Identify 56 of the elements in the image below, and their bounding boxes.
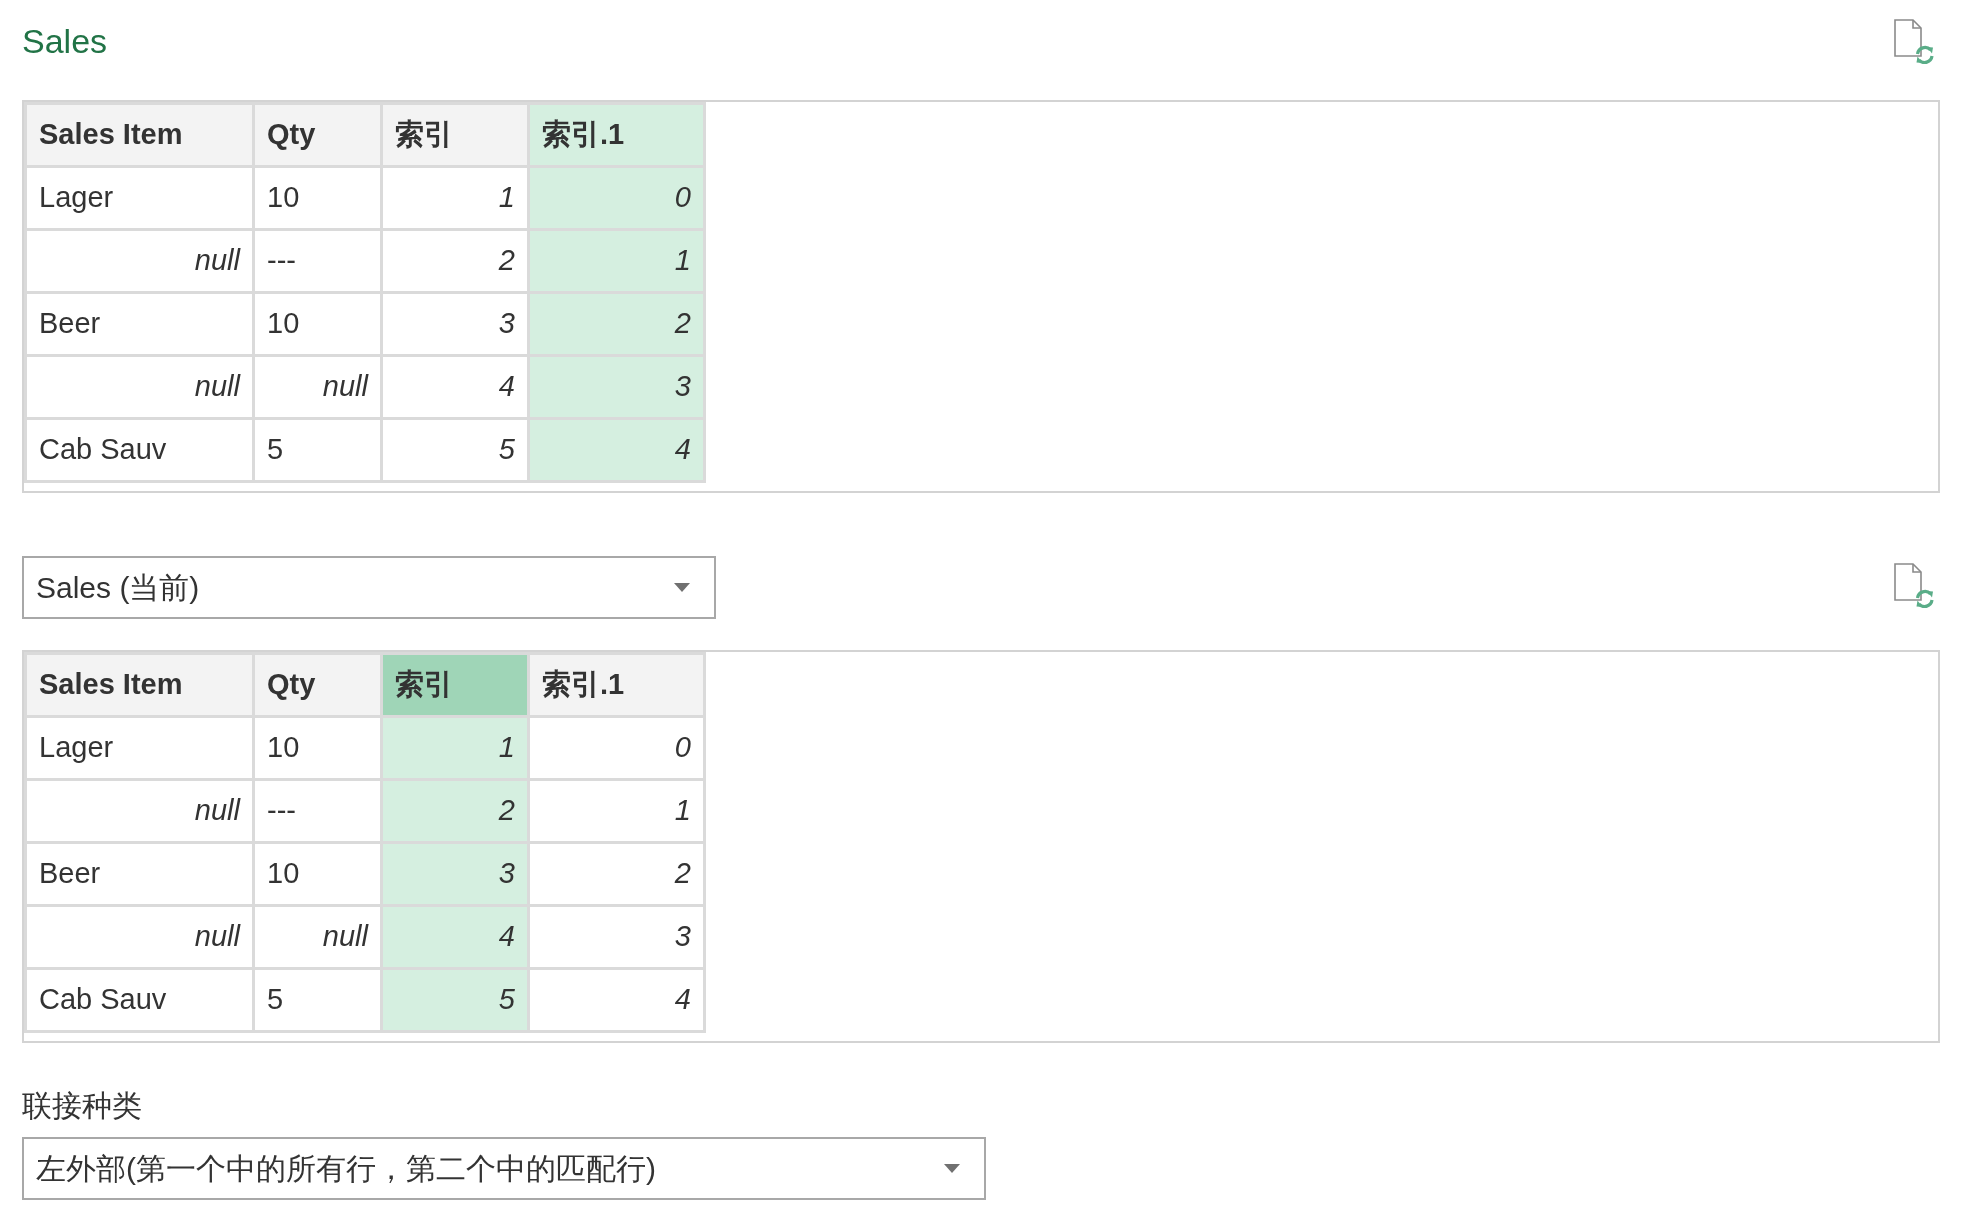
column-header[interactable]: Qty bbox=[253, 103, 382, 167]
table-cell: 10 bbox=[253, 842, 382, 906]
document-refresh-icon[interactable] bbox=[1892, 562, 1934, 608]
table-cell: null bbox=[25, 779, 254, 843]
table-cell: Cab Sauv bbox=[25, 968, 254, 1032]
table-cell: 5 bbox=[381, 968, 529, 1032]
table-cell: 5 bbox=[253, 418, 382, 482]
table-cell: 0 bbox=[528, 716, 705, 780]
table-cell: Beer bbox=[25, 292, 254, 356]
table-cell: 2 bbox=[528, 292, 705, 356]
table-cell: 1 bbox=[381, 716, 529, 780]
caret-icon bbox=[674, 583, 690, 592]
table-cell: Beer bbox=[25, 842, 254, 906]
table-cell: Lager bbox=[25, 716, 254, 780]
table-cell: 5 bbox=[381, 418, 529, 482]
table-cell: 4 bbox=[528, 968, 705, 1032]
table-cell: --- bbox=[253, 779, 382, 843]
column-header[interactable]: Sales Item bbox=[25, 653, 254, 717]
table-cell: null bbox=[25, 229, 254, 293]
table-cell: 1 bbox=[528, 229, 705, 293]
table-cell: null bbox=[253, 355, 382, 419]
dropdown[interactable]: 左外部(第一个中的所有行，第二个中的匹配行) bbox=[22, 1137, 986, 1200]
column-header[interactable]: 索引.1 bbox=[528, 103, 705, 167]
table-cell: 3 bbox=[528, 905, 705, 969]
table-cell: 4 bbox=[528, 418, 705, 482]
table-cell: 5 bbox=[253, 968, 382, 1032]
table-cell: 0 bbox=[528, 166, 705, 230]
table-cell: 3 bbox=[528, 355, 705, 419]
table-cell: 10 bbox=[253, 292, 382, 356]
table-cell: 1 bbox=[528, 779, 705, 843]
table-cell: 2 bbox=[381, 779, 529, 843]
table-cell: 10 bbox=[253, 166, 382, 230]
table-cell: 1 bbox=[381, 166, 529, 230]
table-cell: 3 bbox=[381, 292, 529, 356]
table-cell: 10 bbox=[253, 716, 382, 780]
column-header[interactable]: 索引 bbox=[381, 653, 529, 717]
table-cell: --- bbox=[253, 229, 382, 293]
table-cell: Lager bbox=[25, 166, 254, 230]
table-cell: Cab Sauv bbox=[25, 418, 254, 482]
document-refresh-icon[interactable] bbox=[1892, 18, 1934, 64]
table-cell: 4 bbox=[381, 905, 529, 969]
column-header[interactable]: 索引.1 bbox=[528, 653, 705, 717]
join-kind-label: 联接种类 bbox=[22, 1088, 142, 1124]
table-cell: null bbox=[25, 905, 254, 969]
column-header[interactable]: Sales Item bbox=[25, 103, 254, 167]
query-title: Sales bbox=[22, 21, 108, 62]
table-cell: 2 bbox=[381, 229, 529, 293]
dropdown[interactable]: Sales (当前) bbox=[22, 556, 716, 619]
table-cell: null bbox=[253, 905, 382, 969]
column-header[interactable]: Qty bbox=[253, 653, 382, 717]
table-cell: 2 bbox=[528, 842, 705, 906]
table-cell: 3 bbox=[381, 842, 529, 906]
caret-icon bbox=[944, 1164, 960, 1173]
table-cell: null bbox=[25, 355, 254, 419]
column-header[interactable]: 索引 bbox=[381, 103, 529, 167]
table-cell: 4 bbox=[381, 355, 529, 419]
